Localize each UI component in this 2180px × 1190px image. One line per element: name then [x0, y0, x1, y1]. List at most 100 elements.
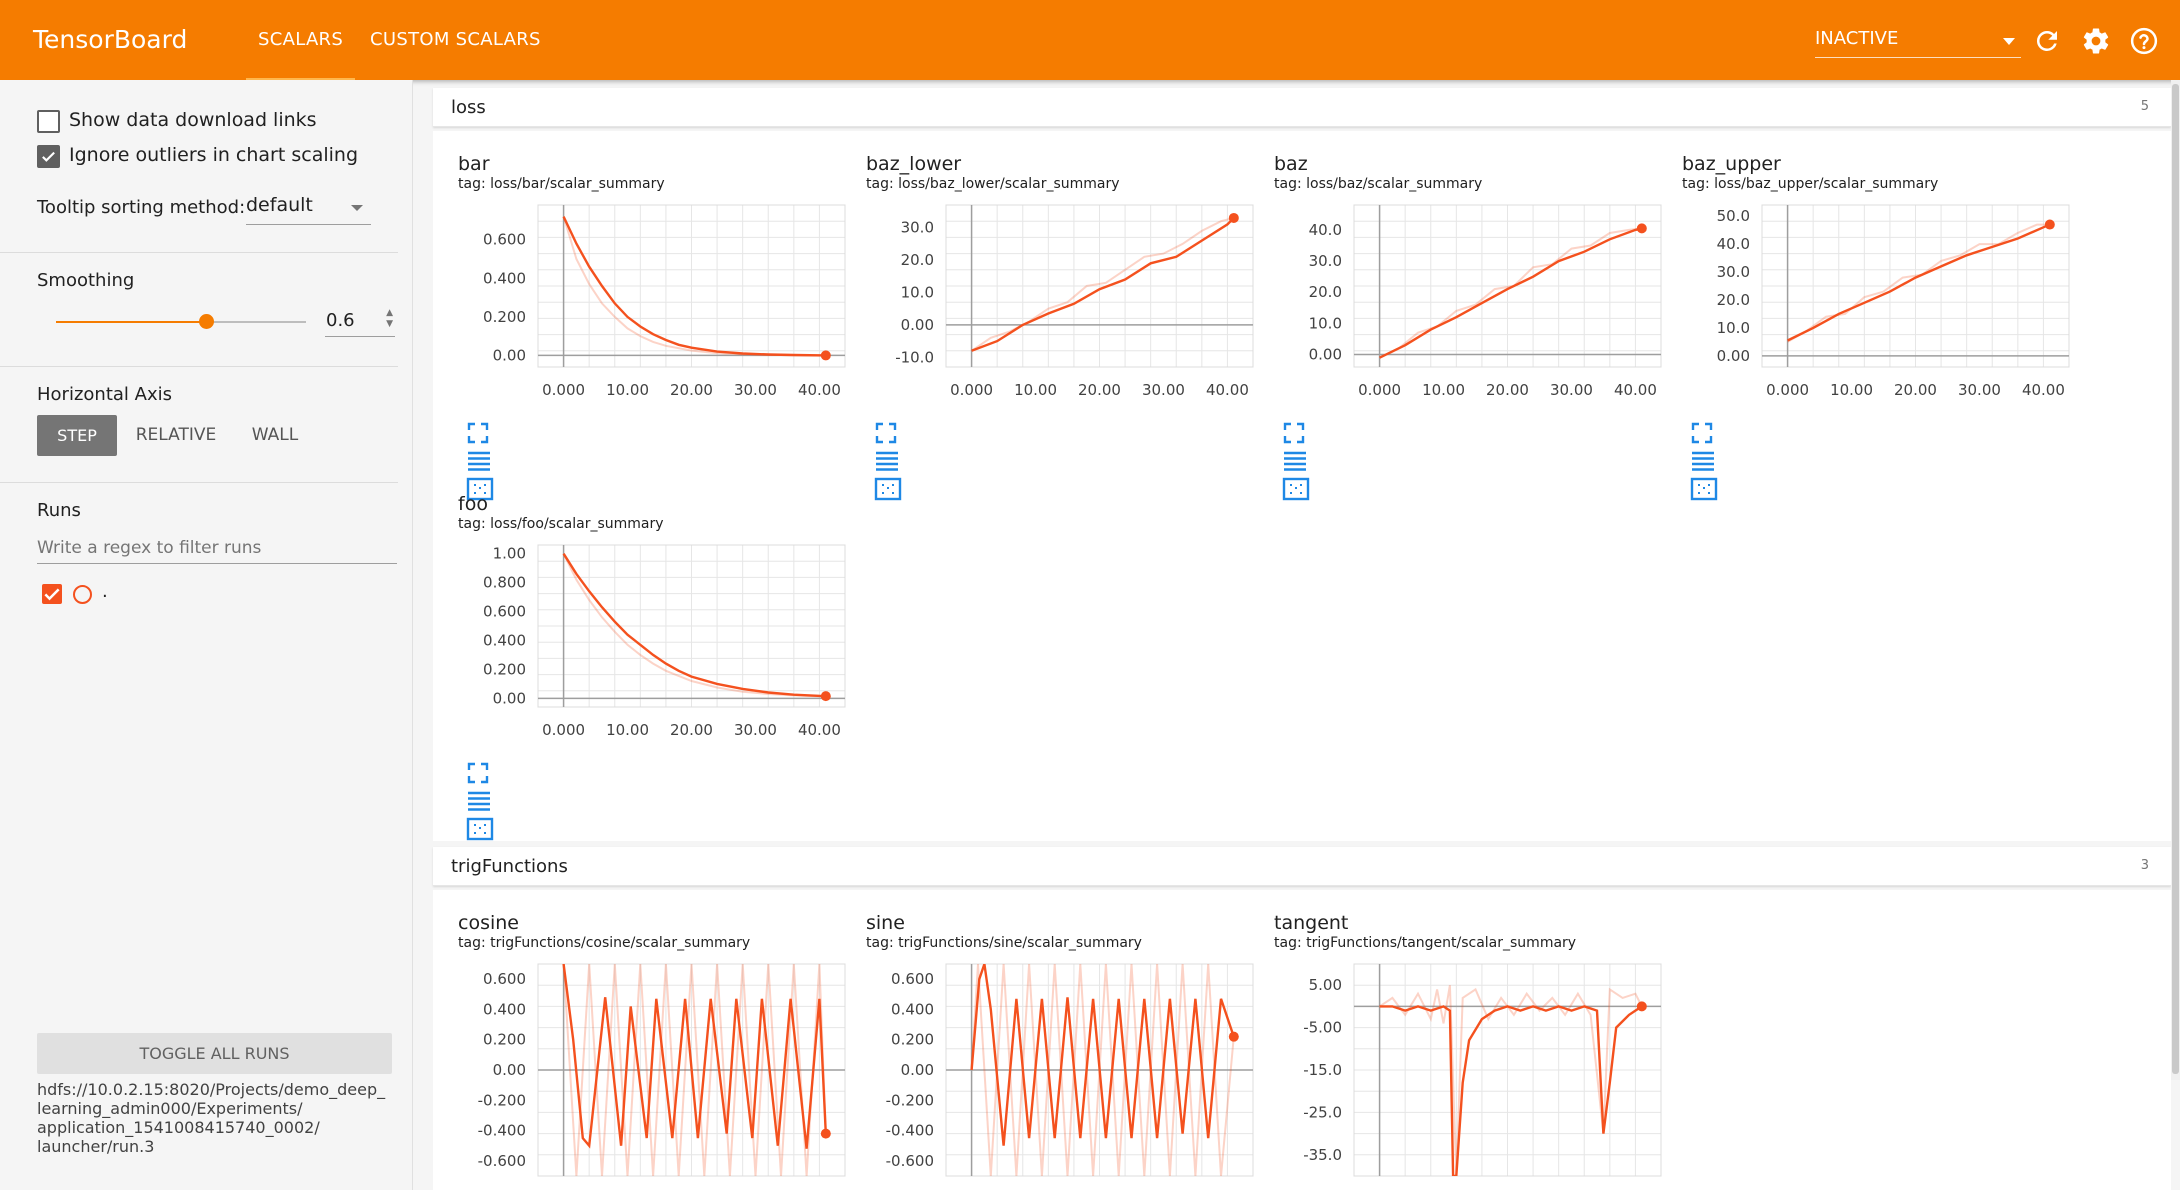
log-scale-icon[interactable] — [466, 789, 492, 813]
x-tick-label: 40.00 — [1206, 381, 1249, 399]
line-chart[interactable]: 0.600 0.400 0.200 0.00 -0.200 -0.400 -0.600 — [866, 956, 1261, 1177]
show-download-links-checkbox[interactable] — [37, 110, 60, 133]
runs-label: Runs — [37, 500, 81, 521]
last-point-marker — [820, 691, 831, 702]
axis-step-button[interactable]: STEP — [37, 415, 117, 456]
horizontal-axis-label: Horizontal Axis — [37, 384, 172, 405]
y-tick-label: 20.0 — [1717, 291, 1750, 309]
settings-icon[interactable] — [2081, 26, 2111, 56]
stepper-arrows-icon[interactable]: ▲ ▼ — [386, 308, 393, 330]
x-tick-label: 30.00 — [734, 721, 777, 739]
fullscreen-icon[interactable] — [874, 421, 898, 445]
show-download-links-label: Show data download links — [69, 109, 317, 131]
sidebar-divider — [0, 252, 398, 253]
tooltip-sorting-value: default — [246, 194, 313, 216]
last-point-marker — [1636, 223, 1647, 234]
y-tick-label: 0.200 — [483, 660, 526, 678]
smoothing-slider-fill — [56, 321, 206, 323]
log-scale-icon[interactable] — [1690, 449, 1716, 473]
fit-domain-icon[interactable] — [1282, 477, 1310, 501]
x-tick-label: 0.000 — [542, 381, 585, 399]
y-tick-label: -10.0 — [895, 348, 934, 366]
chart-title: baz_lower — [866, 153, 962, 175]
run-color-icon[interactable] — [73, 585, 92, 604]
y-tick-label: -15.0 — [1303, 1061, 1342, 1079]
y-tick-label: 0.400 — [483, 631, 526, 649]
y-tick-label: 0.600 — [891, 970, 934, 988]
x-tick-label: 10.00 — [606, 381, 649, 399]
line-chart[interactable]: 40.0 30.0 20.0 10.0 0.00 0.000 10.00 20.00 30.00… — [1274, 197, 1669, 409]
axis-wall-button[interactable]: WALL — [240, 415, 310, 456]
run-name: . — [102, 581, 108, 602]
y-tick-label: 5.00 — [1309, 976, 1342, 994]
last-point-marker — [820, 1128, 831, 1139]
y-tick-label: 10.0 — [901, 283, 934, 301]
chart-tag: tag: loss/baz_lower/scalar_summary — [866, 176, 1120, 192]
help-icon[interactable] — [2129, 26, 2159, 56]
chart-title: tangent — [1274, 912, 1349, 934]
y-tick-label: -0.200 — [886, 1091, 934, 1109]
fit-domain-icon[interactable] — [1690, 477, 1718, 501]
chart-toolbar — [1690, 421, 1728, 505]
group-header-trig[interactable]: trigFunctions 3 — [433, 847, 2171, 886]
log-scale-icon[interactable] — [874, 449, 900, 473]
group-header-loss[interactable]: loss 5 — [433, 88, 2171, 127]
line-chart[interactable]: 30.0 20.0 10.0 0.00 -10.0 0.000 10.00 20.00 30.0… — [866, 197, 1261, 409]
reload-icon[interactable] — [2032, 26, 2062, 56]
fullscreen-icon[interactable] — [1690, 421, 1714, 445]
y-tick-label: 0.00 — [901, 316, 934, 334]
y-tick-label: 0.400 — [483, 269, 526, 287]
tooltip-sorting-label: Tooltip sorting method: — [37, 197, 246, 218]
logdir-line: launcher/run.3 — [37, 1137, 155, 1156]
y-tick-label: 20.0 — [901, 251, 934, 269]
y-tick-label: 40.0 — [1309, 221, 1342, 239]
y-tick-label: 20.0 — [1309, 283, 1342, 301]
ignore-outliers-checkbox[interactable] — [37, 145, 60, 168]
y-tick-label: -5.00 — [1303, 1019, 1342, 1037]
smoothing-slider-knob[interactable] — [199, 314, 214, 329]
x-tick-label: 0.000 — [1358, 381, 1401, 399]
x-tick-label: 0.000 — [950, 381, 993, 399]
fit-domain-icon[interactable] — [466, 817, 494, 841]
line-chart[interactable]: 5.00 -5.00 -15.0 -25.0 -35.0 — [1274, 956, 1669, 1177]
x-tick-label: 20.00 — [670, 381, 713, 399]
y-tick-label: -0.600 — [886, 1152, 934, 1170]
line-chart[interactable]: 0.600 0.400 0.200 0.00 0.000 10.00 20.00 30.00 4… — [458, 197, 853, 409]
ignore-outliers-label: Ignore outliers in chart scaling — [69, 144, 359, 166]
inactive-plugins-value: INACTIVE — [1815, 28, 1899, 49]
tab-scalars[interactable]: SCALARS — [245, 29, 356, 82]
x-tick-label: 20.00 — [1486, 381, 1529, 399]
toggle-all-runs-button[interactable]: TOGGLE ALL RUNS — [37, 1033, 392, 1074]
log-scale-icon[interactable] — [466, 449, 492, 473]
y-tick-label: 30.0 — [901, 219, 934, 237]
axis-relative-button[interactable]: RELATIVE — [126, 415, 226, 456]
line-chart[interactable]: 1.00 0.800 0.600 0.400 0.200 0.00 0.000 10.00 20… — [458, 537, 853, 749]
y-tick-label: -35.0 — [1303, 1146, 1342, 1164]
run-checkbox[interactable] — [42, 584, 62, 604]
fullscreen-icon[interactable] — [466, 421, 490, 445]
y-tick-label: 0.200 — [483, 1031, 526, 1049]
y-tick-label: -0.600 — [478, 1152, 526, 1170]
y-tick-label: 10.0 — [1309, 314, 1342, 332]
smoothing-input[interactable]: 0.6 ▲ ▼ — [325, 308, 395, 337]
tooltip-sorting-select[interactable]: default — [246, 194, 371, 225]
line-chart[interactable]: 50.0 40.0 30.0 20.0 10.0 0.00 0.000 10.00 20.00 3… — [1682, 197, 2077, 409]
tab-custom-scalars[interactable]: CUSTOM SCALARS — [370, 29, 541, 50]
raw-series-line — [971, 217, 1235, 352]
scrollbar-thumb[interactable] — [2172, 84, 2179, 1074]
log-scale-icon[interactable] — [1282, 449, 1308, 473]
logdir-line: application_1541008415740_0002/ — [37, 1118, 320, 1137]
y-tick-label: 0.00 — [493, 1061, 526, 1079]
line-chart[interactable]: 0.600 0.400 0.200 0.00 -0.200 -0.400 -0.600 — [458, 956, 853, 1177]
chevron-down-icon — [351, 205, 363, 211]
y-tick-label: 0.200 — [483, 308, 526, 326]
chart-toolbar — [874, 421, 912, 505]
fullscreen-icon[interactable] — [1282, 421, 1306, 445]
raw-series-line — [1787, 223, 2050, 343]
smoothing-slider-track[interactable] — [56, 314, 306, 329]
fit-domain-icon[interactable] — [874, 477, 902, 501]
inactive-plugins-select[interactable]: INACTIVE — [1815, 28, 2021, 58]
chart-tag: tag: trigFunctions/tangent/scalar_summar… — [1274, 935, 1577, 951]
runs-filter-input[interactable] — [37, 533, 397, 564]
fullscreen-icon[interactable] — [466, 761, 490, 785]
